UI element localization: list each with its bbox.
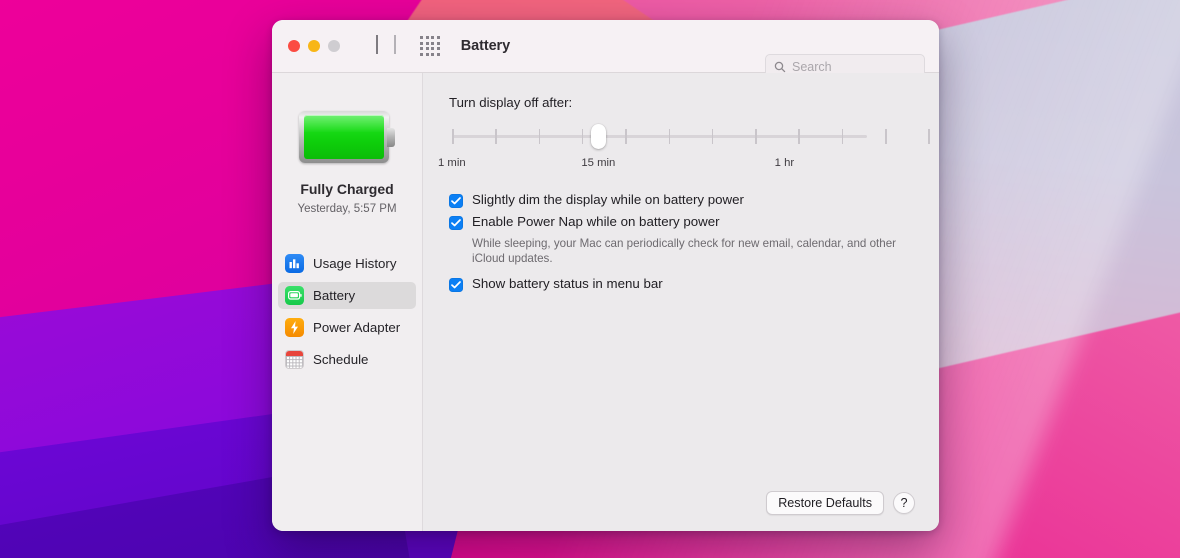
help-button[interactable]: ? [893,492,915,514]
slider-tick-label: 15 min [581,157,616,169]
check-icon [451,219,461,227]
slider-tick [928,129,930,144]
slider-tick [625,129,627,144]
sidebar-item-battery[interactable]: Battery [278,282,416,309]
display-sleep-label: Turn display off after: [449,95,573,110]
slider-tick [581,129,584,144]
chevron-left-icon [376,35,378,54]
slider-tick [538,129,541,144]
checkbox-row-power-nap[interactable]: Enable Power Nap while on battery power [449,214,913,230]
slider-tick [668,129,671,144]
sidebar: Fully Charged Yesterday, 5:57 PM Usage H… [272,73,423,531]
close-button[interactable] [288,40,300,52]
slider-tick [495,129,497,144]
sidebar-item-schedule[interactable]: Schedule [278,346,416,373]
minimize-button[interactable] [308,40,320,52]
footer-actions: Restore Defaults ? [766,491,915,515]
navigation-buttons [376,35,396,55]
slider-track[interactable] [452,135,867,138]
system-preferences-window: Battery Search Fully Charged Yesterday, … [272,20,939,531]
sidebar-list: Usage History Battery Power Adapter Sche… [272,250,422,378]
slider-thumb[interactable] [591,124,607,149]
slider-tick [885,129,887,144]
checkbox-row-dim-display[interactable]: Slightly dim the display while on batter… [449,192,913,208]
sidebar-item-label: Usage History [313,256,397,271]
slider-tick-label: 1 min [438,157,466,169]
desktop-wallpaper: Battery Search Fully Charged Yesterday, … [0,0,1180,558]
check-icon [451,197,461,205]
window-body: Fully Charged Yesterday, 5:57 PM Usage H… [272,73,939,531]
checkbox-menu-bar-status[interactable] [449,278,463,292]
slider-tick-label: 1 hr [774,157,795,169]
traffic-lights [288,40,340,52]
sidebar-item-power-adapter[interactable]: Power Adapter [278,314,416,341]
restore-defaults-button[interactable]: Restore Defaults [766,491,884,515]
checkbox-list: Slightly dim the display while on batter… [449,192,913,292]
checkbox-power-nap[interactable] [449,216,463,230]
slider-tick-labels: 1 min15 min1 hr3 hrsNever [438,157,913,173]
checkbox-row-menu-bar-status[interactable]: Show battery status in menu bar [449,276,913,292]
bolt-icon [285,318,304,337]
sidebar-item-label: Battery [313,288,356,303]
page-title: Battery [460,38,511,54]
checkbox-label: Enable Power Nap while on battery power [472,214,720,229]
check-icon [451,281,461,289]
battery-icon [285,286,304,305]
sidebar-item-usage-history[interactable]: Usage History [278,250,416,277]
calendar-icon [285,350,304,369]
back-button[interactable] [376,35,378,55]
window-titlebar: Battery Search [272,20,939,79]
sidebar-item-label: Schedule [313,352,369,367]
chevron-right-icon [394,35,396,54]
slider-tick [755,129,757,144]
forward-button[interactable] [394,35,396,55]
sidebar-item-label: Power Adapter [313,320,401,335]
slider-tick [841,129,844,144]
search-placeholder: Search [792,59,832,74]
checkbox-dim-display[interactable] [449,194,463,208]
power-nap-help-text: While sleeping, your Mac can periodicall… [472,237,897,265]
battery-hero [272,111,422,163]
slider-tick [452,129,454,144]
battery-status-text: Fully Charged [300,181,394,197]
content-pane: Turn display off after: 1 min15 min1 hr3… [423,73,939,531]
checkbox-label: Show battery status in menu bar [472,276,663,291]
display-sleep-slider[interactable] [449,124,930,149]
battery-full-green-icon [299,111,395,163]
bar-chart-icon [285,254,304,273]
grid-apps-icon[interactable] [420,36,440,56]
slider-tick [711,129,714,144]
battery-last-charged: Yesterday, 5:57 PM [297,203,397,215]
checkbox-label: Slightly dim the display while on batter… [472,192,744,207]
search-icon [774,61,786,72]
zoom-button[interactable] [328,40,340,52]
slider-tick [798,129,800,144]
